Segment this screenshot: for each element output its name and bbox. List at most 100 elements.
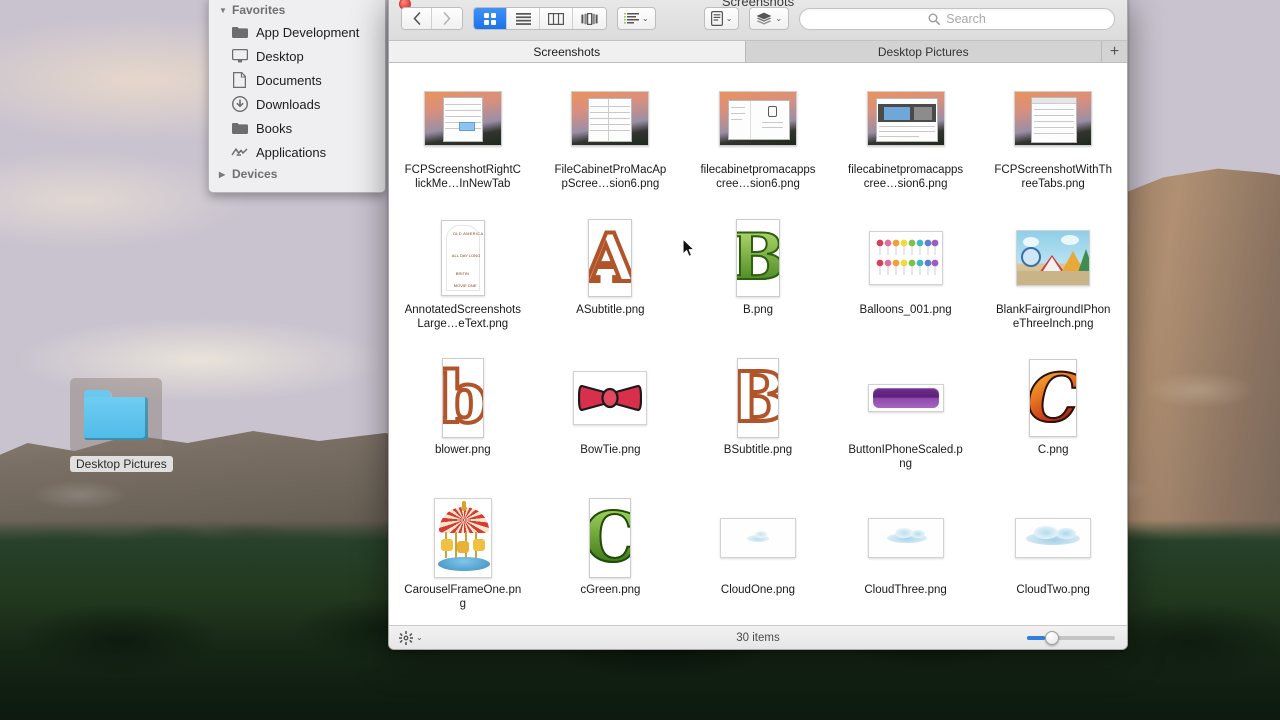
action-button[interactable]: ⌄ [703, 7, 740, 30]
sidebar-item-label: App Development [256, 24, 360, 40]
file-thumbnail [867, 497, 944, 579]
file-item[interactable]: B BSubtitle.png [684, 353, 832, 493]
file-name: ASubtitle.png [576, 304, 645, 316]
file-name: BSubtitle.png [723, 444, 793, 456]
search-icon [928, 13, 941, 25]
file-name: AnnotatedScreenshotsLarge…eText.png [404, 304, 521, 330]
file-thumbnail [1015, 497, 1092, 579]
tab-screenshots[interactable]: Screenshots [389, 41, 746, 62]
file-name: FCPScreenshotRightClickMe…InNewTab [404, 164, 521, 190]
search-input[interactable]: Search [799, 7, 1115, 30]
share-button[interactable]: ⌄ [749, 7, 790, 30]
file-item[interactable]: ButtonIPhoneScaled.png [832, 353, 980, 493]
file-item[interactable]: FCPScreenshotWithThreeTabs.png [979, 73, 1127, 213]
file-item[interactable]: FCPScreenshotRightClickMe…InNewTab [389, 73, 537, 213]
file-grid-area[interactable]: FCPScreenshotRightClickMe…InNewTab FileC… [389, 63, 1127, 625]
sidebar-item-label: Desktop [256, 48, 304, 64]
list-view-button[interactable] [507, 8, 540, 29]
file-thumbnail: B [736, 357, 779, 439]
folder-icon [231, 24, 248, 41]
file-thumbnail [867, 357, 944, 439]
slider-knob[interactable] [1045, 630, 1059, 645]
sidebar-item-desktop[interactable]: Desktop [209, 44, 385, 68]
view-mode-buttons [473, 7, 607, 30]
column-view-button[interactable] [540, 8, 573, 29]
desktop-icon-label: Desktop Pictures [70, 456, 173, 472]
add-tab-button[interactable]: + [1102, 41, 1127, 62]
file-name: FileCabinetProMacAppScree…sion6.png [554, 164, 667, 190]
back-button[interactable] [402, 8, 432, 29]
file-grid: FCPScreenshotRightClickMe…InNewTab FileC… [389, 73, 1127, 625]
file-name: Balloons_001.png [859, 304, 952, 316]
action-menu-button[interactable]: ⌄ [399, 630, 423, 645]
file-item[interactable]: filecabinetpromacappscree…sion6.png [832, 73, 980, 213]
file-name: CloudThree.png [864, 584, 947, 596]
sidebar-item-label: Downloads [256, 96, 321, 112]
chevron-down-icon: ⌄ [416, 632, 423, 642]
file-thumbnail: C [1029, 357, 1078, 439]
file-item[interactable]: A ASubtitle.png [537, 213, 685, 353]
file-thumbnail: A [588, 217, 633, 299]
file-thumbnail [573, 357, 648, 439]
file-item[interactable]: BlankFairgroundIPhoneThreeInch.png [979, 213, 1127, 353]
file-name: BowTie.png [580, 444, 641, 456]
desktop-icon-desktop-pictures[interactable]: Desktop Pictures [70, 378, 173, 473]
icon-size-slider[interactable] [1027, 630, 1115, 645]
file-name: filecabinetpromacappscree…sion6.png [848, 164, 964, 190]
file-thumbnail [1014, 77, 1093, 159]
sidebar-item-app-development[interactable]: App Development [209, 20, 385, 44]
sidebar-section-favorites[interactable]: ▼ Favorites [209, 0, 385, 20]
sidebar-item-label: Books [256, 120, 293, 136]
forward-button[interactable] [432, 8, 462, 29]
item-count-label: 30 items [736, 631, 780, 644]
chevron-down-icon: ⌄ [642, 13, 649, 23]
search-placeholder: Search [946, 11, 986, 26]
file-item[interactable]: filecabinetpromacappscree…sion6.png [684, 73, 832, 213]
sidebar-item-applications[interactable]: Applications [209, 140, 385, 164]
file-item[interactable]: CarouselFrameOne.png [389, 493, 537, 625]
sidebar-item-label: Documents [256, 72, 322, 88]
file-thumbnail [719, 497, 796, 579]
file-thumbnail: b [441, 357, 484, 439]
arrange-button[interactable]: ⌄ [617, 7, 656, 30]
chevron-right-icon[interactable]: ▶ [219, 170, 227, 179]
finder-window: Screenshots ⌄ ⌄ ⌄ Search Screenshots Des… [388, 0, 1128, 650]
sidebar-section-label: Favorites [232, 3, 286, 17]
file-item[interactable]: BowTie.png [537, 353, 685, 493]
display-icon [231, 48, 248, 65]
tab-desktop-pictures[interactable]: Desktop Pictures [745, 41, 1102, 62]
file-item[interactable]: b blower.png [389, 353, 537, 493]
chevron-down-icon: ⌄ [775, 13, 783, 23]
chevron-down-icon[interactable]: ▼ [219, 6, 227, 15]
file-item[interactable]: CloudOne.png [684, 493, 832, 625]
finder-sidebar: ▼ Favorites App Development Desktop Docu… [208, 0, 386, 193]
file-item[interactable]: FileCabinetProMacAppScree…sion6.png [537, 73, 685, 213]
file-item[interactable]: CloudTwo.png [979, 493, 1127, 625]
file-item[interactable]: C C.png [979, 353, 1127, 493]
file-thumbnail [868, 217, 943, 299]
file-thumbnail: C [589, 497, 632, 579]
sidebar-item-books[interactable]: Books [209, 116, 385, 140]
file-item[interactable]: OLD AMERICA ALL DAY LONG BRITIN MOVIE ON… [389, 213, 537, 353]
file-item[interactable]: B B.png [684, 213, 832, 353]
sidebar-section-devices[interactable]: ▶ Devices [209, 164, 385, 184]
file-thumbnail [718, 77, 797, 159]
file-item[interactable]: CloudThree.png [832, 493, 980, 625]
icon-view-button[interactable] [474, 8, 507, 29]
file-thumbnail: B [735, 217, 780, 299]
sidebar-item-downloads[interactable]: Downloads [209, 92, 385, 116]
file-thumbnail [571, 77, 650, 159]
slider-fill [1027, 635, 1045, 640]
coverflow-view-button[interactable] [573, 8, 606, 29]
file-item[interactable]: Balloons_001.png [832, 213, 980, 353]
sidebar-item-documents[interactable]: Documents [209, 68, 385, 92]
navigation-buttons [401, 7, 463, 30]
file-thumbnail [433, 497, 492, 579]
file-thumbnail [423, 77, 502, 159]
file-item[interactable]: C cGreen.png [537, 493, 685, 625]
sidebar-item-label: Applications [256, 144, 327, 160]
file-name: B.png [742, 304, 774, 316]
file-name: FCPScreenshotWithThreeTabs.png [994, 164, 1112, 190]
file-name: ButtonIPhoneScaled.png [848, 444, 963, 470]
document-icon [231, 72, 248, 89]
